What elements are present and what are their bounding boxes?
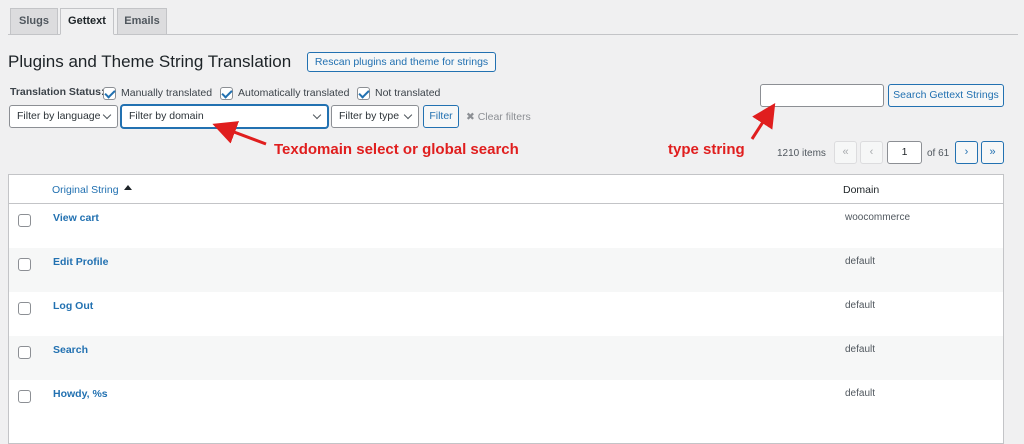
- row-domain: default: [845, 300, 876, 311]
- page-title: Plugins and Theme String Translation: [8, 52, 292, 71]
- manually-translated-checkbox[interactable]: [103, 87, 116, 100]
- translation-status-label: Translation Status:: [10, 86, 105, 98]
- row-checkbox[interactable]: [18, 214, 31, 227]
- gettext-search-input[interactable]: [760, 84, 884, 107]
- not-translated-label: Not translated: [375, 87, 441, 99]
- search-gettext-button[interactable]: Search Gettext Strings: [888, 84, 1004, 107]
- filter-button[interactable]: Filter: [423, 105, 459, 128]
- table-row: Howdy, %s default: [9, 380, 1003, 424]
- row-original-string[interactable]: Edit Profile: [53, 256, 108, 268]
- prev-page-button[interactable]: ‹: [860, 141, 883, 164]
- automatically-translated-checkbox[interactable]: [220, 87, 233, 100]
- row-original-string[interactable]: Log Out: [53, 300, 93, 312]
- tab-gettext[interactable]: Gettext: [60, 8, 114, 35]
- filter-domain-value: Filter by domain: [129, 110, 204, 122]
- filter-type-value: Filter by type: [339, 110, 400, 122]
- tab-bar: Slugs Gettext Emails: [0, 0, 1024, 36]
- search-arrow: [750, 102, 776, 140]
- filter-domain-select[interactable]: Filter by domain: [121, 105, 328, 128]
- row-original-string[interactable]: View cart: [53, 212, 99, 224]
- table-row: View cart woocommerce: [9, 204, 1003, 248]
- manually-translated-label: Manually translated: [121, 87, 213, 99]
- rescan-button[interactable]: Rescan plugins and theme for strings: [307, 52, 496, 72]
- current-page-input[interactable]: 1: [887, 141, 922, 164]
- next-page-button[interactable]: ›: [955, 141, 978, 164]
- row-checkbox[interactable]: [18, 390, 31, 403]
- first-page-button[interactable]: «: [834, 141, 857, 164]
- domain-arrow: [212, 121, 267, 146]
- automatically-translated-label: Automatically translated: [238, 87, 350, 99]
- table-row: Log Out default: [9, 292, 1003, 336]
- original-string-column-header[interactable]: Original String: [52, 184, 119, 196]
- total-pages: of 61: [927, 148, 950, 159]
- row-domain: default: [845, 344, 876, 355]
- domain-annotation: Texdomain select or global search: [274, 141, 519, 158]
- items-count: 1210 items: [777, 148, 826, 159]
- not-translated-checkbox[interactable]: [357, 87, 370, 100]
- sort-ascending-icon: [124, 185, 132, 190]
- table-header: Original String Domain: [9, 175, 1003, 204]
- row-domain: default: [845, 256, 876, 267]
- row-original-string[interactable]: Howdy, %s: [53, 388, 108, 400]
- filter-language-value: Filter by language: [17, 110, 101, 122]
- table-row: Search default: [9, 336, 1003, 380]
- row-checkbox[interactable]: [18, 346, 31, 359]
- row-checkbox[interactable]: [18, 258, 31, 271]
- row-original-string[interactable]: Search: [53, 344, 88, 356]
- chevron-down-icon: [403, 110, 413, 120]
- filter-language-select[interactable]: Filter by language: [9, 105, 118, 128]
- search-annotation: type string: [668, 141, 745, 158]
- row-domain: woocommerce: [845, 212, 911, 223]
- domain-column-header: Domain: [843, 184, 880, 196]
- tab-slugs[interactable]: Slugs: [10, 8, 58, 35]
- tab-emails[interactable]: Emails: [117, 8, 167, 35]
- clear-filters-link[interactable]: ✖ Clear filters: [466, 111, 531, 123]
- last-page-button[interactable]: »: [981, 141, 1004, 164]
- row-checkbox[interactable]: [18, 302, 31, 315]
- chevron-down-icon: [102, 110, 112, 120]
- row-domain: default: [845, 388, 876, 399]
- table-row: Edit Profile default: [9, 248, 1003, 292]
- strings-table: Original String Domain View cart woocomm…: [8, 174, 1004, 444]
- chevron-down-icon: [312, 110, 322, 120]
- filter-type-select[interactable]: Filter by type: [331, 105, 419, 128]
